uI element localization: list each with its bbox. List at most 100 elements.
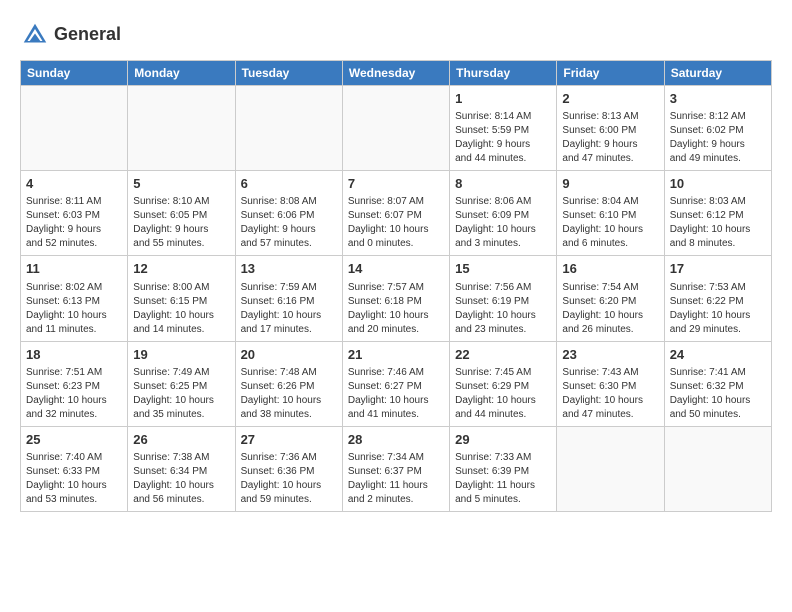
calendar-cell: 13 Sunrise: 7:59 AM Sunset: 6:16 PM Dayli… bbox=[235, 256, 342, 341]
day-info: Sunrise: 7:43 AM Sunset: 6:30 PM Dayligh… bbox=[562, 366, 658, 422]
day-number: 11 bbox=[26, 260, 122, 278]
day-info: Sunrise: 7:33 AM Sunset: 6:39 PM Dayligh… bbox=[455, 451, 551, 507]
day-number: 7 bbox=[348, 175, 444, 193]
weekday-header-tuesday: Tuesday bbox=[235, 61, 342, 86]
calendar-cell: 24 Sunrise: 7:41 AM Sunset: 6:32 PM Dayli… bbox=[664, 341, 771, 426]
calendar-cell: 25Sunrise: 7:40 AM Sunset: 6:33 PM Dayli… bbox=[21, 426, 128, 511]
calendar-cell: 20 Sunrise: 7:48 AM Sunset: 6:26 PM Dayli… bbox=[235, 341, 342, 426]
day-info: Sunrise: 7:49 AM Sunset: 6:25 PM Dayligh… bbox=[133, 366, 229, 422]
calendar-cell: 21 Sunrise: 7:46 AM Sunset: 6:27 PM Dayli… bbox=[342, 341, 449, 426]
calendar-cell: 8 Sunrise: 8:06 AM Sunset: 6:09 PM Daylig… bbox=[450, 171, 557, 256]
day-number: 15 bbox=[455, 260, 551, 278]
day-info: Sunrise: 8:14 AM Sunset: 5:59 PM Dayligh… bbox=[455, 110, 551, 166]
day-number: 10 bbox=[670, 175, 766, 193]
day-number: 24 bbox=[670, 346, 766, 364]
day-number: 17 bbox=[670, 260, 766, 278]
calendar-cell: 28 Sunrise: 7:34 AM Sunset: 6:37 PM Dayli… bbox=[342, 426, 449, 511]
day-number: 20 bbox=[241, 346, 337, 364]
logo-text: General bbox=[54, 25, 121, 45]
day-info: Sunrise: 7:59 AM Sunset: 6:16 PM Dayligh… bbox=[241, 281, 337, 337]
day-number: 23 bbox=[562, 346, 658, 364]
calendar-cell: 11Sunrise: 8:02 AM Sunset: 6:13 PM Dayli… bbox=[21, 256, 128, 341]
day-info: Sunrise: 8:10 AM Sunset: 6:05 PM Dayligh… bbox=[133, 195, 229, 251]
calendar-cell bbox=[557, 426, 664, 511]
calendar-cell: 17 Sunrise: 7:53 AM Sunset: 6:22 PM Dayli… bbox=[664, 256, 771, 341]
day-number: 28 bbox=[348, 431, 444, 449]
day-info: Sunrise: 7:57 AM Sunset: 6:18 PM Dayligh… bbox=[348, 281, 444, 337]
day-info: Sunrise: 7:56 AM Sunset: 6:19 PM Dayligh… bbox=[455, 281, 551, 337]
day-info: Sunrise: 7:46 AM Sunset: 6:27 PM Dayligh… bbox=[348, 366, 444, 422]
day-info: Sunrise: 8:08 AM Sunset: 6:06 PM Dayligh… bbox=[241, 195, 337, 251]
logo-icon bbox=[20, 20, 50, 50]
week-row-5: 25Sunrise: 7:40 AM Sunset: 6:33 PM Dayli… bbox=[21, 426, 772, 511]
day-info: Sunrise: 7:36 AM Sunset: 6:36 PM Dayligh… bbox=[241, 451, 337, 507]
day-number: 13 bbox=[241, 260, 337, 278]
calendar-cell: 12 Sunrise: 8:00 AM Sunset: 6:15 PM Dayli… bbox=[128, 256, 235, 341]
day-info: Sunrise: 8:13 AM Sunset: 6:00 PM Dayligh… bbox=[562, 110, 658, 166]
weekday-header-monday: Monday bbox=[128, 61, 235, 86]
day-number: 4 bbox=[26, 175, 122, 193]
weekday-header-friday: Friday bbox=[557, 61, 664, 86]
logo: General bbox=[20, 20, 121, 50]
day-number: 3 bbox=[670, 90, 766, 108]
day-number: 8 bbox=[455, 175, 551, 193]
calendar-cell bbox=[128, 86, 235, 171]
weekday-header-wednesday: Wednesday bbox=[342, 61, 449, 86]
calendar-cell: 15 Sunrise: 7:56 AM Sunset: 6:19 PM Dayli… bbox=[450, 256, 557, 341]
day-info: Sunrise: 7:34 AM Sunset: 6:37 PM Dayligh… bbox=[348, 451, 444, 507]
day-info: Sunrise: 7:45 AM Sunset: 6:29 PM Dayligh… bbox=[455, 366, 551, 422]
calendar-cell: 4 Sunrise: 8:11 AM Sunset: 6:03 PM Daylig… bbox=[21, 171, 128, 256]
calendar-cell: 19 Sunrise: 7:49 AM Sunset: 6:25 PM Dayli… bbox=[128, 341, 235, 426]
calendar-cell: 23 Sunrise: 7:43 AM Sunset: 6:30 PM Dayli… bbox=[557, 341, 664, 426]
day-info: Sunrise: 8:07 AM Sunset: 6:07 PM Dayligh… bbox=[348, 195, 444, 251]
calendar-cell bbox=[342, 86, 449, 171]
weekday-header-sunday: Sunday bbox=[21, 61, 128, 86]
calendar-cell bbox=[235, 86, 342, 171]
day-info: Sunrise: 8:00 AM Sunset: 6:15 PM Dayligh… bbox=[133, 281, 229, 337]
day-number: 2 bbox=[562, 90, 658, 108]
calendar-table: SundayMondayTuesdayWednesdayThursdayFrid… bbox=[20, 60, 772, 512]
day-info: Sunrise: 7:40 AM Sunset: 6:33 PM Dayligh… bbox=[26, 451, 122, 507]
day-number: 6 bbox=[241, 175, 337, 193]
page-header: General bbox=[20, 20, 772, 50]
day-info: Sunrise: 7:53 AM Sunset: 6:22 PM Dayligh… bbox=[670, 281, 766, 337]
day-number: 1 bbox=[455, 90, 551, 108]
day-info: Sunrise: 7:41 AM Sunset: 6:32 PM Dayligh… bbox=[670, 366, 766, 422]
calendar-body: 1 Sunrise: 8:14 AM Sunset: 5:59 PM Daylig… bbox=[21, 86, 772, 512]
day-number: 12 bbox=[133, 260, 229, 278]
calendar-cell: 2 Sunrise: 8:13 AM Sunset: 6:00 PM Daylig… bbox=[557, 86, 664, 171]
calendar-cell: 5 Sunrise: 8:10 AM Sunset: 6:05 PM Daylig… bbox=[128, 171, 235, 256]
week-row-2: 4 Sunrise: 8:11 AM Sunset: 6:03 PM Daylig… bbox=[21, 171, 772, 256]
calendar-cell bbox=[21, 86, 128, 171]
calendar-cell: 16Sunrise: 7:54 AM Sunset: 6:20 PM Dayli… bbox=[557, 256, 664, 341]
day-number: 18 bbox=[26, 346, 122, 364]
day-info: Sunrise: 8:06 AM Sunset: 6:09 PM Dayligh… bbox=[455, 195, 551, 251]
day-number: 22 bbox=[455, 346, 551, 364]
calendar-cell: 1 Sunrise: 8:14 AM Sunset: 5:59 PM Daylig… bbox=[450, 86, 557, 171]
day-number: 16 bbox=[562, 260, 658, 278]
day-number: 29 bbox=[455, 431, 551, 449]
calendar-cell: 14 Sunrise: 7:57 AM Sunset: 6:18 PM Dayli… bbox=[342, 256, 449, 341]
day-number: 19 bbox=[133, 346, 229, 364]
week-row-4: 18Sunrise: 7:51 AM Sunset: 6:23 PM Dayli… bbox=[21, 341, 772, 426]
day-info: Sunrise: 7:48 AM Sunset: 6:26 PM Dayligh… bbox=[241, 366, 337, 422]
calendar-cell: 29 Sunrise: 7:33 AM Sunset: 6:39 PM Dayli… bbox=[450, 426, 557, 511]
calendar-cell: 7 Sunrise: 8:07 AM Sunset: 6:07 PM Daylig… bbox=[342, 171, 449, 256]
day-info: Sunrise: 8:03 AM Sunset: 6:12 PM Dayligh… bbox=[670, 195, 766, 251]
calendar-cell: 6 Sunrise: 8:08 AM Sunset: 6:06 PM Daylig… bbox=[235, 171, 342, 256]
week-row-1: 1 Sunrise: 8:14 AM Sunset: 5:59 PM Daylig… bbox=[21, 86, 772, 171]
day-info: Sunrise: 8:11 AM Sunset: 6:03 PM Dayligh… bbox=[26, 195, 122, 251]
day-number: 9 bbox=[562, 175, 658, 193]
day-number: 27 bbox=[241, 431, 337, 449]
calendar-cell: 26 Sunrise: 7:38 AM Sunset: 6:34 PM Dayli… bbox=[128, 426, 235, 511]
calendar-cell: 22 Sunrise: 7:45 AM Sunset: 6:29 PM Dayli… bbox=[450, 341, 557, 426]
day-number: 26 bbox=[133, 431, 229, 449]
day-number: 5 bbox=[133, 175, 229, 193]
day-number: 14 bbox=[348, 260, 444, 278]
day-info: Sunrise: 7:38 AM Sunset: 6:34 PM Dayligh… bbox=[133, 451, 229, 507]
day-info: Sunrise: 8:12 AM Sunset: 6:02 PM Dayligh… bbox=[670, 110, 766, 166]
calendar-cell: 27 Sunrise: 7:36 AM Sunset: 6:36 PM Dayli… bbox=[235, 426, 342, 511]
weekday-header-row: SundayMondayTuesdayWednesdayThursdayFrid… bbox=[21, 61, 772, 86]
day-number: 21 bbox=[348, 346, 444, 364]
calendar-cell: 3 Sunrise: 8:12 AM Sunset: 6:02 PM Daylig… bbox=[664, 86, 771, 171]
